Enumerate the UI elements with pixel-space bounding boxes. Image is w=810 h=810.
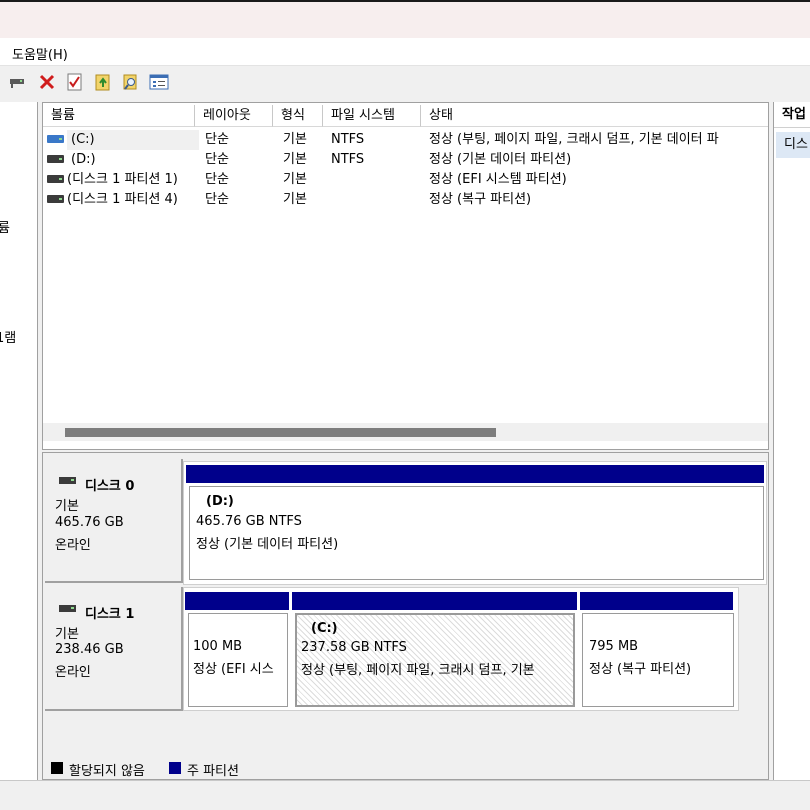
partition-status: 정상 (복구 파티션) [589,662,692,677]
partition-c[interactable]: (C:) 237.58 GB NTFS 정상 (부팅, 페이지 파일, 크래시 … [295,613,575,707]
cell-type: 기본 [283,192,307,207]
delete-icon[interactable] [37,72,57,92]
cell-volume: (디스크 1 파티션 4) [67,192,178,207]
volume-list: 볼륨 레이아웃 형식 파일 시스템 상태 (C:) 단순 기본 NTFS 정상 … [42,102,769,450]
up-folder-icon[interactable] [93,72,113,92]
volume-drive-icon [47,175,64,183]
cell-type: 기본 [283,152,307,167]
legend-swatch-primary [169,762,181,774]
disk-icon [59,605,76,612]
partition-size: 465.76 GB NTFS [196,514,302,529]
partition-recovery[interactable]: 795 MB 정상 (복구 파티션) [582,613,734,707]
cell-status: 정상 (부팅, 페이지 파일, 크래시 덤프, 기본 데이터 파 [429,132,719,147]
disk-state: 온라인 [55,538,91,553]
partition-header-bar [292,592,577,610]
disk-size: 465.76 GB [55,515,124,530]
cell-status: 정상 (복구 파티션) [429,192,532,207]
volume-drive-icon [47,155,64,163]
cell-volume: (디스크 1 파티션 1) [67,172,178,187]
actions-item[interactable]: 디스 [776,132,810,158]
disk-0-label[interactable]: 디스크 0 기본 465.76 GB 온라인 [45,459,183,583]
connect-icon[interactable] [8,72,28,92]
disk-1-label[interactable]: 디스크 1 기본 238.46 GB 온라인 [45,587,183,711]
disk-1-partition-area: 100 MB 정상 (EFI 시스 (C:) 237.58 GB NTFS 정상… [183,587,739,711]
status-bar [0,780,810,810]
horizontal-scrollbar[interactable] [43,423,768,441]
column-header-filesystem[interactable]: 파일 시스템 [323,105,421,127]
cell-volume: (C:) [67,130,199,150]
column-header-status[interactable]: 상태 [421,105,768,127]
scrollbar-thumb[interactable] [65,428,496,437]
volume-drive-icon [47,135,64,143]
legend-label-primary: 주 파티션 [187,764,239,779]
legend: 할당되지 않음 주 파티션 [43,753,768,779]
partition-size: 100 MB [193,639,243,654]
volume-drive-icon [47,195,64,203]
disk-kind: 기본 [55,627,79,642]
partition-status: 정상 (부팅, 페이지 파일, 크래시 덤프, 기본 [301,663,535,678]
table-row[interactable]: (디스크 1 파티션 4) 단순 기본 정상 (복구 파티션) [43,190,768,210]
toolbar [0,66,810,96]
partition-header-bar [186,465,764,483]
disk-0-partition-area: (D:) 465.76 GB NTFS 정상 (기본 데이터 파티션) [183,461,767,585]
search-icon[interactable] [121,72,141,92]
disk-kind: 기본 [55,499,79,514]
disk-size: 238.46 GB [55,642,124,657]
column-header-volume[interactable]: 볼륨 [43,105,195,127]
actions-pane: 작업 디스 [773,102,810,780]
column-header-type[interactable]: 형식 [273,105,323,127]
disk-name: 디스크 1 [85,607,135,622]
cell-layout: 단순 [205,192,229,207]
cell-layout: 단순 [205,132,229,147]
cell-type: 기본 [283,132,307,147]
disk-icon [59,477,76,484]
cell-volume: (D:) [71,152,96,167]
table-row[interactable]: (디스크 1 파티션 1) 단순 기본 정상 (EFI 시스템 파티션) [43,170,768,190]
cell-layout: 단순 [205,172,229,187]
disk-name: 디스크 0 [85,479,135,494]
menu-help[interactable]: 도움말(H) [12,44,68,63]
partition-size: 795 MB [589,639,639,654]
table-row[interactable]: (C:) 단순 기본 NTFS 정상 (부팅, 페이지 파일, 크래시 덤프, … [43,130,768,150]
cell-layout: 단순 [205,152,229,167]
column-header-layout[interactable]: 레이아웃 [195,105,273,127]
partition-status: 정상 (EFI 시스 [193,662,274,677]
window-edge [0,0,810,2]
cell-filesystem: NTFS [331,152,365,167]
legend-swatch-unallocated [51,762,63,774]
actions-header: 작업 [774,102,810,128]
cell-status: 정상 (기본 데이터 파티션) [429,152,572,167]
console-tree-pane: 륨 1램 [0,102,38,780]
title-bar [0,0,810,38]
cell-type: 기본 [283,172,307,187]
disk-state: 온라인 [55,665,91,680]
table-row[interactable]: (D:) 단순 기본 NTFS 정상 (기본 데이터 파티션) [43,150,768,170]
check-icon[interactable] [65,72,85,92]
legend-label-unallocated: 할당되지 않음 [69,764,145,779]
partition-header-bar [580,592,733,610]
partition-header-bar [185,592,289,610]
properties-icon[interactable] [149,72,169,92]
partition-size: 237.58 GB NTFS [301,640,407,655]
partition-d[interactable]: (D:) 465.76 GB NTFS 정상 (기본 데이터 파티션) [189,486,764,580]
disk-map-pane: 디스크 0 기본 465.76 GB 온라인 (D:) 465.76 GB NT… [42,452,769,780]
partition-label: (D:) [206,494,234,509]
partition-label: (C:) [311,621,338,636]
partition-status: 정상 (기본 데이터 파티션) [196,537,339,552]
cell-status: 정상 (EFI 시스템 파티션) [429,172,567,187]
tree-item-fragment[interactable]: 1램 [0,327,16,346]
partition-efi[interactable]: 100 MB 정상 (EFI 시스 [188,613,288,707]
cell-filesystem: NTFS [331,132,365,147]
tree-item-fragment[interactable]: 륨 [0,217,10,236]
menu-bar: 도움말(H) [0,38,810,66]
